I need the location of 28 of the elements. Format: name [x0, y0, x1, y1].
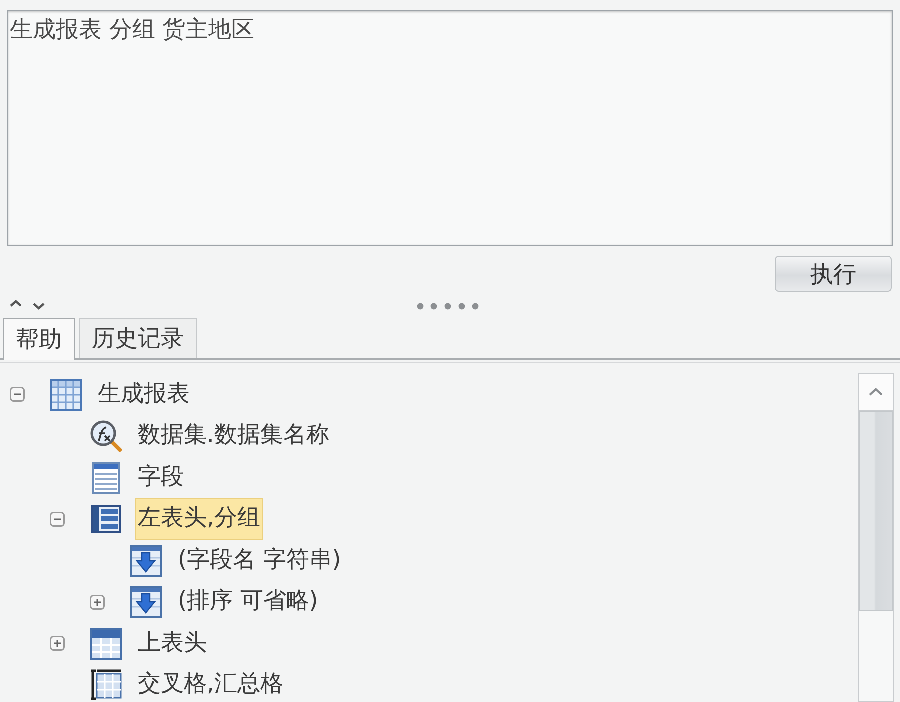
tree-item[interactable]: (排序 可省略) [175, 586, 322, 618]
scroll-up-button[interactable] [859, 374, 893, 411]
tree-item[interactable]: 交叉格,汇总格 [135, 669, 286, 702]
tree-item[interactable]: (字段名 字符串) [175, 544, 344, 577]
tree-item[interactable]: 左表头,分组 [135, 498, 264, 540]
tree-item[interactable]: 数据集.数据集名称 [135, 420, 332, 452]
tree-item[interactable]: 上表头 [135, 628, 210, 660]
table-rows-icon [90, 503, 122, 536]
minus-square-icon[interactable] [10, 387, 25, 402]
plus-square-icon[interactable] [90, 594, 105, 610]
query-input[interactable]: 生成报表 分组 货主地区 [7, 10, 893, 246]
tab[interactable]: 历史记录 [79, 318, 197, 358]
chevron-up-icon [869, 388, 883, 396]
scrollbar-thumb[interactable] [859, 411, 893, 611]
grid-icon [50, 378, 82, 411]
chevron-up-icon[interactable] [10, 300, 22, 306]
minus-square-icon[interactable] [50, 512, 65, 527]
splitter-handle-icon[interactable] [417, 303, 479, 310]
tree-item[interactable]: 字段 [135, 462, 187, 494]
table-icon [90, 628, 122, 660]
tree-item[interactable]: 生成报表 [95, 378, 193, 411]
chevron-down-icon[interactable] [33, 302, 45, 310]
plus-square-icon[interactable] [50, 636, 65, 652]
magnifier-icon [90, 420, 122, 452]
scrollbar[interactable] [858, 373, 894, 702]
list-icon [90, 462, 122, 494]
tab[interactable]: 帮助 [3, 318, 75, 360]
run-button[interactable]: 执行 [775, 256, 892, 292]
